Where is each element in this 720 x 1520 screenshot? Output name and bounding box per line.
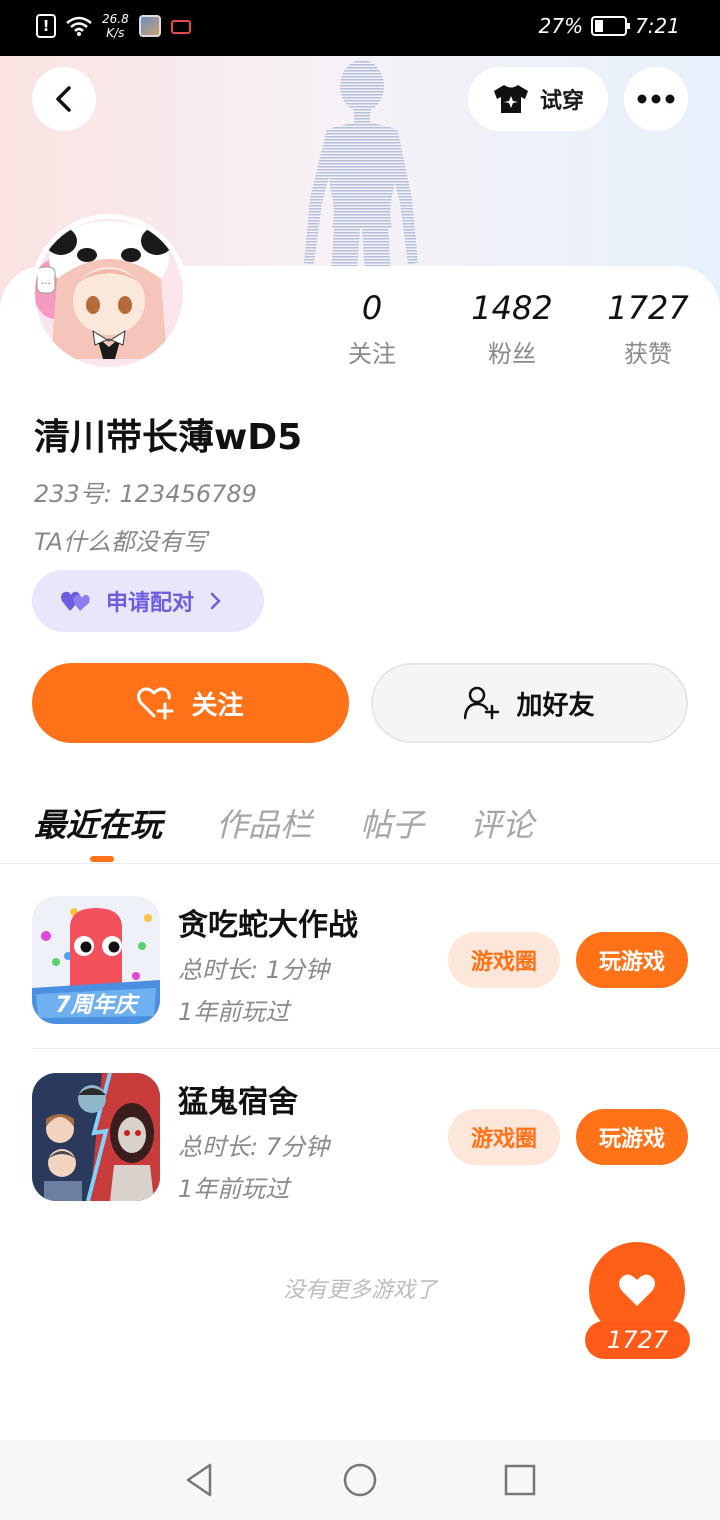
status-bar: ! 26.8 K/s 27% 7:21 bbox=[0, 0, 720, 56]
apply-pair-button[interactable]: 申请配对 bbox=[32, 570, 264, 632]
game-last-played: 1年前玩过 bbox=[178, 1175, 290, 1203]
game-name: 贪吃蛇大作战 bbox=[178, 908, 358, 943]
nav-recents-icon[interactable] bbox=[500, 1460, 540, 1500]
avatar-figure-silhouette bbox=[304, 60, 418, 288]
tab-comments[interactable]: 评论 bbox=[470, 800, 534, 846]
game-last-played: 1年前玩过 bbox=[178, 998, 290, 1026]
play-game-button[interactable]: 玩游戏 bbox=[576, 1109, 688, 1165]
follow-button[interactable]: 关注 bbox=[32, 663, 349, 743]
following-label: 关注 bbox=[348, 340, 396, 368]
tab-works[interactable]: 作品栏 bbox=[216, 800, 312, 846]
system-nav-bar bbox=[0, 1440, 720, 1520]
active-tab-indicator bbox=[90, 856, 114, 862]
nav-home-icon[interactable] bbox=[340, 1460, 380, 1500]
app-notification-icon bbox=[138, 15, 161, 37]
network-speed: 26.8 K/s bbox=[102, 12, 129, 40]
svg-text:7周年庆: 7周年庆 bbox=[55, 992, 140, 1018]
tab-posts[interactable]: 帖子 bbox=[360, 800, 424, 846]
game-icon-snake: 7周年庆 bbox=[32, 896, 160, 1024]
double-heart-icon bbox=[61, 591, 90, 611]
battery-icon bbox=[591, 16, 631, 36]
list-divider bbox=[32, 1048, 720, 1049]
game-duration: 总时长: 7分钟 bbox=[178, 1133, 329, 1161]
wifi-icon bbox=[66, 16, 92, 36]
game-circle-button[interactable]: 游戏圈 bbox=[448, 932, 560, 988]
battery-percent: 27% bbox=[538, 14, 584, 38]
apply-pair-label: 申请配对 bbox=[106, 591, 195, 616]
screen-record-icon bbox=[170, 20, 191, 34]
follow-label: 关注 bbox=[191, 690, 244, 721]
back-button[interactable] bbox=[32, 67, 96, 131]
add-friend-label: 加好友 bbox=[516, 690, 595, 721]
add-user-icon bbox=[464, 686, 500, 720]
avatar[interactable]: … bbox=[30, 214, 188, 372]
stat-likes[interactable]: 1727 获赞 bbox=[588, 288, 708, 369]
heart-plus-icon bbox=[137, 687, 174, 720]
fans-count: 1482 bbox=[471, 289, 553, 327]
game-icon-ghost-dorm bbox=[32, 1073, 160, 1201]
game-circle-button[interactable]: 游戏圈 bbox=[448, 1109, 560, 1165]
game-list-item[interactable]: 猛鬼宿舍 总时长: 7分钟 1年前玩过 游戏圈 玩游戏 bbox=[0, 1073, 720, 1203]
user-bio: TA什么都没有写 bbox=[34, 528, 207, 556]
nav-back-icon[interactable] bbox=[180, 1460, 220, 1500]
fans-label: 粉丝 bbox=[488, 340, 536, 368]
avatar-anime-girl-image: … bbox=[35, 219, 183, 367]
chevron-left-icon bbox=[56, 86, 71, 112]
try-on-label: 试穿 bbox=[539, 89, 584, 114]
profile-tabs: 最近在玩 作品栏 帖子 评论 bbox=[0, 800, 720, 864]
more-dots-icon bbox=[637, 94, 675, 104]
svg-text:…: … bbox=[41, 276, 51, 287]
add-friend-button[interactable]: 加好友 bbox=[371, 663, 688, 743]
likes-count: 1727 bbox=[607, 289, 689, 327]
user-id: 233号: 123456789 bbox=[34, 480, 257, 508]
play-game-button[interactable]: 玩游戏 bbox=[576, 932, 688, 988]
game-name: 猛鬼宿舍 bbox=[178, 1085, 298, 1120]
chevron-right-icon bbox=[210, 592, 221, 610]
likes-label: 获赞 bbox=[624, 340, 672, 368]
clock: 7:21 bbox=[635, 14, 680, 38]
heart-icon bbox=[619, 1274, 655, 1306]
stat-following[interactable]: 0 关注 bbox=[312, 288, 432, 369]
tshirt-icon bbox=[493, 85, 528, 113]
game-duration: 总时长: 1分钟 bbox=[178, 956, 329, 984]
try-on-button[interactable]: 试穿 bbox=[468, 67, 608, 131]
tab-recent-played[interactable]: 最近在玩 bbox=[34, 800, 162, 846]
username: 清川带长薄wD5 bbox=[34, 417, 303, 458]
sim-alert-icon: ! bbox=[36, 14, 56, 38]
like-count-badge: 1727 bbox=[585, 1321, 690, 1359]
stat-fans[interactable]: 1482 粉丝 bbox=[452, 288, 572, 369]
following-count: 0 bbox=[361, 289, 383, 327]
more-options-button[interactable] bbox=[624, 67, 688, 131]
game-list-item[interactable]: 7周年庆 贪吃蛇大作战 总时长: 1分钟 1年前玩过 游戏圈 玩游戏 bbox=[0, 896, 720, 1026]
